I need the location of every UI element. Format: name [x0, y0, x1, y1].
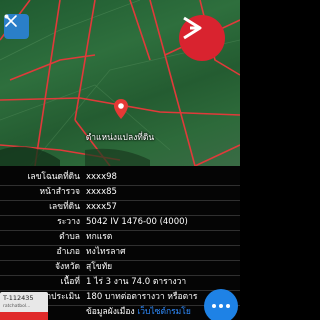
detail-value: xxxx98: [86, 172, 117, 182]
listing-subtext: ratchatbol...: [3, 304, 31, 309]
detail-row-district: อำเภอ ทงไทรลาศ: [0, 245, 240, 261]
more-icon: [212, 304, 216, 308]
detail-row-survey-page: หน้าสำรวจ xxxx85: [0, 185, 240, 201]
listing-tag: T-112435 ratchatbol...: [0, 292, 48, 320]
detail-label: เลขโฉนดที่ดิน: [27, 172, 80, 182]
city-plan-text: ข้อมูลผังเมือง เว็บไซต์กรมโย: [86, 305, 191, 320]
listing-id: T-112435: [3, 294, 34, 302]
detail-value: สุโขทัย: [86, 262, 113, 272]
map-tool-button[interactable]: [4, 14, 29, 39]
detail-row-province: จังหวัด สุโขทัย: [0, 260, 240, 276]
detail-row-area: เนื้อที่ 1 ไร่ 3 งาน 74.0 ตารางวา: [0, 275, 240, 291]
detail-value: 180 บาทต่อตารางวา หรือตาร: [86, 292, 198, 302]
detail-value: 1 ไร่ 3 งาน 74.0 ตารางวา: [86, 277, 187, 287]
more-button[interactable]: [204, 289, 238, 320]
detail-row-map-sheet: ระวาง 5042 IV 1476-00 (4000): [0, 215, 240, 231]
detail-value: ทกแรต: [86, 232, 113, 242]
more-icon-dot: [219, 304, 223, 308]
detail-value: 5042 IV 1476-00 (4000): [86, 217, 188, 227]
crossed-tools-icon: [4, 14, 17, 27]
detail-label: จังหวัด: [54, 262, 80, 272]
map-view[interactable]: ตำแหน่งแปลงที่ดิน: [0, 0, 240, 166]
detail-row-deed-no: เลขโฉนดที่ดิน xxxx98: [0, 170, 240, 186]
detail-value: xxxx57: [86, 202, 117, 212]
city-plan-label: ข้อมูลผังเมือง: [86, 307, 135, 317]
detail-value: ทงไทรลาศ: [86, 247, 126, 257]
city-plan-link[interactable]: เว็บไซต์กรมโย: [137, 307, 191, 317]
pin-label: ตำแหน่งแปลงที่ดิน: [85, 133, 155, 143]
detail-label: เนื้อที่: [60, 277, 80, 287]
location-pin-icon: [114, 99, 128, 119]
detail-label: หน้าสำรวจ: [39, 187, 80, 197]
more-icon-dot: [226, 304, 230, 308]
detail-value: xxxx85: [86, 187, 117, 197]
app-screen: ตำแหน่งแปลงที่ดิน เลขโฉนดที่ดิน xxxx98 ห…: [0, 0, 240, 320]
tag-stripe: [0, 312, 48, 320]
brand-logo: [179, 15, 225, 61]
detail-label: เลขที่ดิน: [49, 202, 80, 212]
brand-logo-icon: [183, 16, 202, 40]
detail-label: ระวาง: [57, 217, 80, 227]
detail-row-land-no: เลขที่ดิน xxxx57: [0, 200, 240, 216]
detail-label: อำเภอ: [56, 247, 81, 257]
detail-row-subdistrict: ตำบล ทกแรต: [0, 230, 240, 246]
detail-label: ตำบล: [59, 232, 80, 242]
